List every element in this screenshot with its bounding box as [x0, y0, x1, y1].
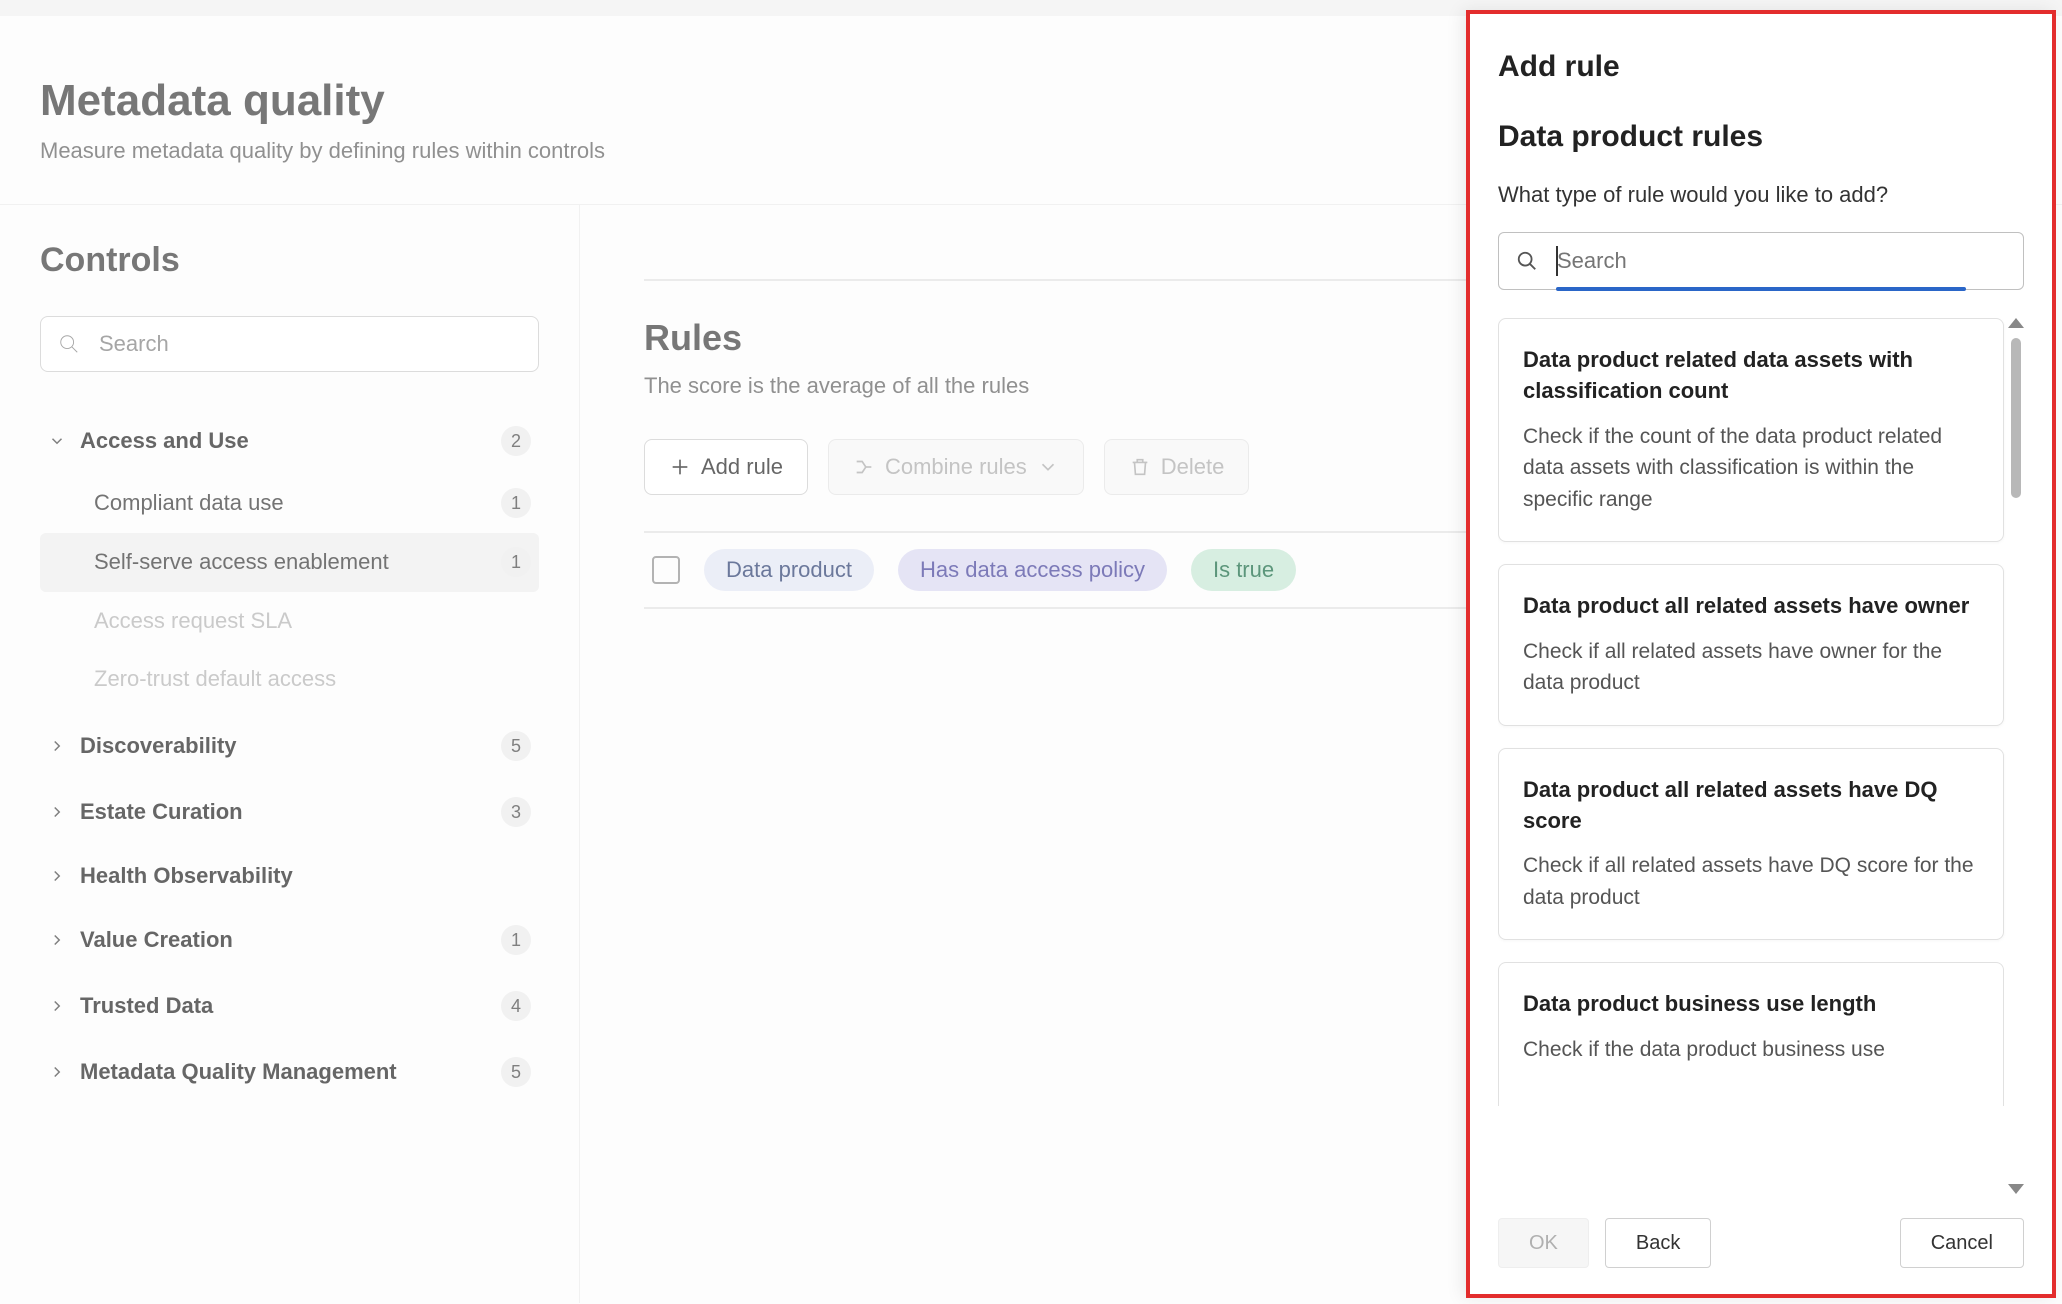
tree-group-header[interactable]: Metadata Quality Management 5 — [40, 1043, 539, 1101]
controls-tree: Access and Use 2 Compliant data use 1 Se… — [40, 412, 539, 1101]
tree-group-label: Trusted Data — [80, 993, 501, 1019]
back-button[interactable]: Back — [1605, 1218, 1711, 1268]
trash-icon — [1129, 456, 1151, 478]
tree-group-label: Value Creation — [80, 927, 501, 953]
tree-group-header[interactable]: Discoverability 5 — [40, 717, 539, 775]
tree-group-label: Metadata Quality Management — [80, 1059, 501, 1085]
chevron-down-icon — [48, 432, 66, 450]
panel-search[interactable] — [1498, 232, 2024, 290]
tree-group-header[interactable]: Estate Curation 3 — [40, 783, 539, 841]
merge-icon — [853, 456, 875, 478]
controls-search-input[interactable] — [40, 316, 539, 372]
tree-item-compliant-data-use[interactable]: Compliant data use 1 — [40, 474, 539, 533]
focus-underline — [1556, 287, 1966, 291]
rule-option-title: Data product business use length — [1523, 989, 1979, 1020]
controls-search[interactable] — [40, 316, 539, 372]
combine-rules-button[interactable]: Combine rules — [828, 439, 1084, 495]
panel-title: Add rule — [1498, 50, 2024, 84]
count-badge: 5 — [501, 1057, 531, 1087]
chevron-right-icon — [48, 737, 66, 755]
tree-group-discoverability: Discoverability 5 — [40, 717, 539, 775]
cancel-button[interactable]: Cancel — [1900, 1218, 2024, 1268]
scrollbar-thumb[interactable] — [2011, 338, 2021, 498]
tree-item-zero-trust[interactable]: Zero-trust default access — [40, 650, 539, 709]
panel-section-title: Data product rules — [1498, 120, 2024, 154]
chevron-down-icon — [1037, 456, 1059, 478]
add-rule-button[interactable]: Add rule — [644, 439, 808, 495]
panel-search-input[interactable] — [1498, 232, 2024, 290]
plus-icon — [669, 456, 691, 478]
count-badge: 2 — [501, 426, 531, 456]
tree-group-trusted-data: Trusted Data 4 — [40, 977, 539, 1035]
rule-option-desc: Check if all related assets have DQ scor… — [1523, 850, 1979, 913]
panel-list-wrap: Data product related data assets with cl… — [1498, 318, 2024, 1194]
rule-option-desc: Check if the count of the data product r… — [1523, 421, 1979, 516]
tree-group-access-and-use: Access and Use 2 Compliant data use 1 Se… — [40, 412, 539, 709]
rule-option-desc: Check if the data product business use — [1523, 1034, 1979, 1066]
rule-option-card[interactable]: Data product all related assets have DQ … — [1498, 748, 2004, 941]
rule-option-card[interactable]: Data product related data assets with cl… — [1498, 318, 2004, 542]
tree-item-access-request-sla[interactable]: Access request SLA — [40, 592, 539, 651]
button-label: Delete — [1161, 454, 1225, 480]
tree-group-health-observability: Health Observability — [40, 849, 539, 903]
controls-sidebar: Controls Access and Use 2 Compliant data… — [0, 205, 580, 1303]
count-badge: 5 — [501, 731, 531, 761]
chevron-right-icon — [48, 997, 66, 1015]
tree-group-label: Estate Curation — [80, 799, 501, 825]
button-label: Add rule — [701, 454, 783, 480]
text-cursor — [1556, 246, 1558, 276]
count-badge: 1 — [501, 488, 531, 518]
rule-option-title: Data product related data assets with cl… — [1523, 345, 1979, 407]
count-badge: 4 — [501, 991, 531, 1021]
tree-group-metadata-quality-mgmt: Metadata Quality Management 5 — [40, 1043, 539, 1101]
tree-group-value-creation: Value Creation 1 — [40, 911, 539, 969]
tree-item-self-serve-access[interactable]: Self-serve access enablement 1 — [40, 533, 539, 592]
rule-option-card[interactable]: Data product business use length Check i… — [1498, 962, 2004, 1105]
controls-heading: Controls — [40, 241, 539, 280]
search-icon — [1516, 250, 1538, 272]
count-badge: 3 — [501, 797, 531, 827]
tree-group-header[interactable]: Value Creation 1 — [40, 911, 539, 969]
tree-group-estate-curation: Estate Curation 3 — [40, 783, 539, 841]
add-rule-panel: Add rule Data product rules What type of… — [1466, 10, 2056, 1298]
tree-group-label: Health Observability — [80, 863, 531, 889]
chevron-right-icon — [48, 1063, 66, 1081]
rule-option-list[interactable]: Data product related data assets with cl… — [1498, 318, 2024, 1194]
delete-button[interactable]: Delete — [1104, 439, 1250, 495]
ok-button[interactable]: OK — [1498, 1218, 1589, 1268]
tree-group-label: Discoverability — [80, 733, 501, 759]
search-icon — [58, 333, 80, 355]
rule-option-title: Data product all related assets have own… — [1523, 591, 1979, 622]
tree-group-header[interactable]: Health Observability — [40, 849, 539, 903]
count-badge: 1 — [501, 547, 531, 577]
chevron-right-icon — [48, 867, 66, 885]
tree-item-label: Self-serve access enablement — [94, 547, 501, 578]
pill-subject[interactable]: Data product — [704, 549, 874, 591]
count-badge: 1 — [501, 925, 531, 955]
panel-footer: OK Back Cancel — [1470, 1194, 2052, 1294]
tree-group-label: Access and Use — [80, 428, 501, 454]
chevron-right-icon — [48, 931, 66, 949]
pill-result[interactable]: Is true — [1191, 549, 1296, 591]
pill-condition[interactable]: Has data access policy — [898, 549, 1167, 591]
rule-checkbox[interactable] — [652, 556, 680, 584]
scroll-up-icon[interactable] — [2008, 318, 2024, 328]
tree-group-header[interactable]: Access and Use 2 — [40, 412, 539, 470]
tree-item-label: Compliant data use — [94, 488, 501, 519]
tree-item-label: Zero-trust default access — [94, 664, 531, 695]
tree-item-label: Access request SLA — [94, 606, 531, 637]
scroll-down-icon[interactable] — [2008, 1184, 2024, 1194]
chevron-right-icon — [48, 803, 66, 821]
tree-group-header[interactable]: Trusted Data 4 — [40, 977, 539, 1035]
rule-option-card[interactable]: Data product all related assets have own… — [1498, 564, 2004, 726]
rule-option-desc: Check if all related assets have owner f… — [1523, 636, 1979, 699]
rule-option-title: Data product all related assets have DQ … — [1523, 775, 1979, 837]
button-label: Combine rules — [885, 454, 1027, 480]
panel-question: What type of rule would you like to add? — [1498, 182, 2024, 208]
